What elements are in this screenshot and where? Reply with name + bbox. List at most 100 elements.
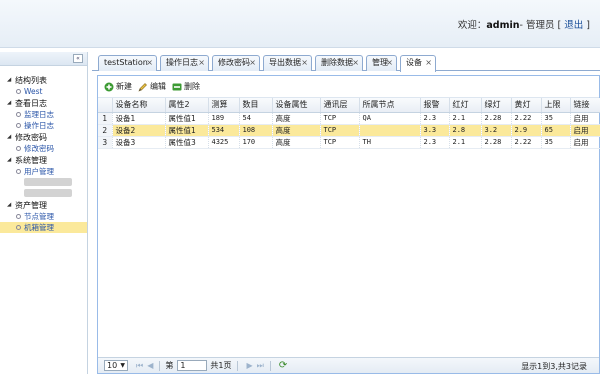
tree-item-label: 用户管理 <box>24 167 54 176</box>
page-total: 共1页 <box>210 361 232 370</box>
collapse-sidebar-button[interactable]: « <box>73 54 83 63</box>
table-cell: 2.8 <box>449 124 482 137</box>
table-cell: 189 <box>208 112 240 125</box>
pager-divider <box>269 360 271 371</box>
tree-group: ◢ 系统管理 用户管理 <box>0 155 87 199</box>
prev-page-icon[interactable]: ◀ <box>147 361 153 370</box>
tab[interactable]: 设备 × <box>400 55 436 72</box>
tree-group-title[interactable]: ◢ 查看日志 <box>0 98 87 109</box>
table-cell: 属性值1 <box>165 112 209 125</box>
tree-item[interactable] <box>0 188 87 199</box>
tree-group-label: 系统管理 <box>15 156 47 165</box>
pager: 10 ▼ ⏮ ◀ 第 1 共1页 ▶ ⏭ ⟳ 显示1到3,共3记录 <box>98 357 599 373</box>
close-icon[interactable]: × <box>301 56 308 70</box>
table-cell: 2.28 <box>481 112 512 125</box>
tab-label: testStation <box>104 58 148 67</box>
tree-item[interactable]: 监理日志 <box>0 109 87 120</box>
column-header[interactable]: 数目 <box>239 98 273 113</box>
column-header[interactable]: 测算 <box>208 98 240 113</box>
tab[interactable]: 操作日志 × <box>160 55 209 71</box>
table-cell: 54 <box>239 112 273 125</box>
tree-item[interactable] <box>0 177 87 188</box>
circle-icon <box>16 112 21 117</box>
column-header[interactable]: 红灯 <box>449 98 482 113</box>
column-header[interactable]: 属性2 <box>165 98 209 113</box>
column-header[interactable]: 绿灯 <box>481 98 512 113</box>
tab[interactable]: 修改密码 × <box>212 55 260 71</box>
tab[interactable]: 导出数据 × <box>263 55 312 71</box>
tree-item-label: West <box>24 87 43 96</box>
pager-divider <box>237 360 239 371</box>
column-header[interactable]: 上限 <box>541 98 571 113</box>
column-header[interactable]: 设备名称 <box>112 98 166 113</box>
username: admin <box>486 20 520 31</box>
column-header[interactable]: 通讯层 <box>320 98 360 113</box>
column-header[interactable]: 黄灯 <box>511 98 542 113</box>
close-icon[interactable]: × <box>198 56 205 70</box>
refresh-icon[interactable]: ⟳ <box>279 360 287 371</box>
grid-header-row: 设备名称 属性2 测算 数目 设备属性 通讯层 所属节点 报警 红灯 绿灯 黄灯 上限 链接 <box>98 98 600 113</box>
table-cell: 2.22 <box>511 136 542 149</box>
content-panel: 新建 编辑 删除 设备名称 属性2 测算 数目 设备属性 通讯层 所属节点 报警 红灯 绿灯 黄灯上… <box>97 75 600 374</box>
page-prefix: 第 <box>165 361 174 370</box>
tree-item[interactable]: 用户管理 <box>0 166 87 177</box>
close-icon[interactable]: × <box>425 56 432 70</box>
tree-group-title[interactable]: ◢ 系统管理 <box>0 155 87 166</box>
circle-icon <box>16 146 21 151</box>
tree-item[interactable]: 修改密码 <box>0 143 87 154</box>
circle-icon <box>16 123 21 128</box>
table-row[interactable]: 1 设备1 属性值1 189 54 高度 TCP QA 2.3 2.1 2.28 2.22 35 启用 <box>98 112 600 125</box>
tree-group-title[interactable]: ◢ 修改密码 <box>0 132 87 143</box>
welcome-suffix: ] <box>586 20 590 31</box>
tree-group-label: 资产管理 <box>15 201 47 210</box>
table-row[interactable]: 2 设备2 属性值1 534 108 高度 TCP 3.3 2.8 3.2 2.9 65 启用 <box>98 124 600 137</box>
tree-group-title[interactable]: ◢ 资产管理 <box>0 200 87 211</box>
column-header[interactable]: 链接 <box>570 98 600 113</box>
page-number-input[interactable]: 1 <box>177 360 208 371</box>
column-header[interactable]: 设备属性 <box>272 98 321 113</box>
expand-triangle-icon: ◢ <box>7 134 12 140</box>
tree-group: ◢ 结构列表 West <box>0 75 87 97</box>
tree-group-label: 修改密码 <box>15 133 47 142</box>
sidebar-tree: ◢ 结构列表 West ◢ 查看日志 监理日志 操作日志 ◢ 修改密码 修改密码 ◢ 系统管理 用户管理… <box>0 66 87 233</box>
page-size-select[interactable]: 10 ▼ <box>104 360 128 371</box>
tab[interactable]: 删除数据 × <box>315 55 363 71</box>
delete-button[interactable]: 删除 <box>172 81 200 92</box>
table-row[interactable]: 3 设备3 属性值3 4325 170 高度 TCP TH 2.3 2.1 2.28 2.22 35 启用 <box>98 136 600 149</box>
edit-button[interactable]: 编辑 <box>138 81 166 92</box>
tab[interactable]: testStation × <box>98 55 157 71</box>
new-button[interactable]: 新建 <box>104 81 132 92</box>
tab[interactable]: 管理 × <box>366 55 397 71</box>
redacted-label <box>24 178 72 186</box>
welcome-bar: 欢迎：admin- 管理员 [ 退出 ] <box>458 17 590 31</box>
first-page-icon[interactable]: ⏮ <box>136 361 143 371</box>
next-page-icon[interactable]: ▶ <box>246 361 252 370</box>
logout-link[interactable]: 退出 <box>564 20 583 31</box>
tree-item[interactable]: 操作日志 <box>0 120 87 131</box>
table-cell: 2.1 <box>449 136 482 149</box>
tree-group-title[interactable]: ◢ 结构列表 <box>0 75 87 86</box>
column-header[interactable]: 所属节点 <box>359 98 421 113</box>
circle-icon <box>16 89 21 94</box>
tree-item[interactable]: West <box>0 86 87 97</box>
column-header[interactable] <box>98 98 113 113</box>
table-cell: 2.3 <box>420 112 450 125</box>
close-icon[interactable]: × <box>249 56 256 70</box>
close-icon[interactable]: × <box>352 56 359 70</box>
tree-item[interactable]: 机箱管理 <box>0 222 87 233</box>
close-icon[interactable]: × <box>386 56 393 70</box>
tree-item[interactable]: 节点管理 <box>0 211 87 222</box>
add-icon <box>104 82 114 91</box>
last-page-icon[interactable]: ⏭ <box>257 361 264 371</box>
table-cell: 高度 <box>272 136 321 149</box>
table-cell: 设备3 <box>112 136 166 149</box>
table-cell <box>359 124 421 137</box>
tree-item-label: 监理日志 <box>24 110 54 119</box>
grid-toolbar: 新建 编辑 删除 <box>98 76 599 98</box>
tree-group: ◢ 资产管理 节点管理 机箱管理 <box>0 200 87 233</box>
close-icon[interactable]: × <box>146 56 153 70</box>
column-header[interactable]: 报警 <box>420 98 450 113</box>
sidebar: « ◢ 结构列表 West ◢ 查看日志 监理日志 操作日志 ◢ 修改密码 修改密码 ◢ 系统管理 用户… <box>0 52 88 374</box>
tab-label: 删除数据 <box>321 58 353 67</box>
table-cell: 108 <box>239 124 273 137</box>
